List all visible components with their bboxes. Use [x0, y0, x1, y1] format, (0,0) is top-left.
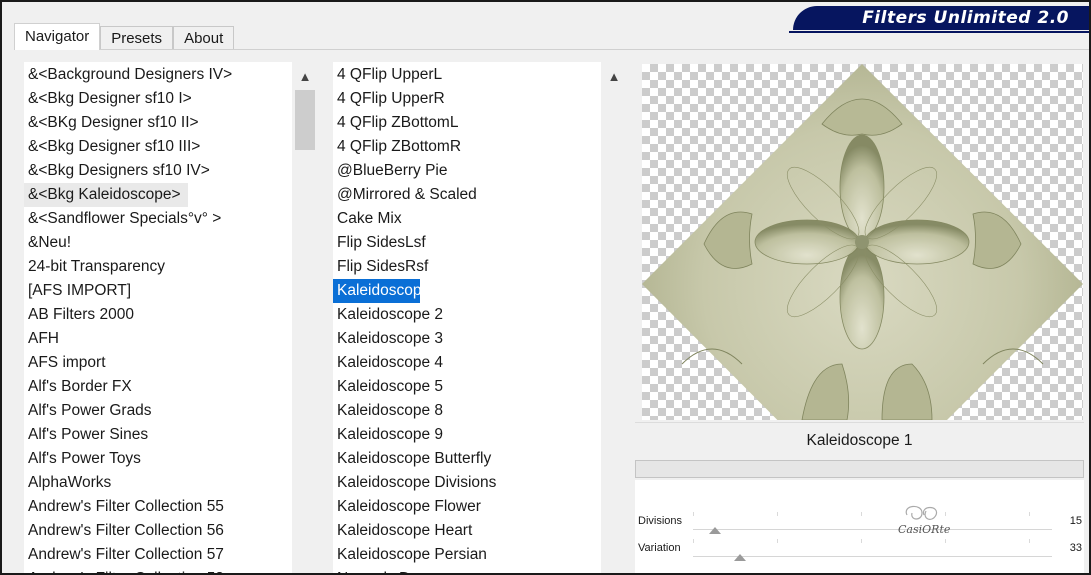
category-list-item[interactable]: &<Bkg Designer sf10 III>: [24, 135, 292, 159]
filter-list-item[interactable]: Kaleidoscope 2: [333, 303, 601, 327]
filter-list-item[interactable]: Flip SidesRsf: [333, 255, 601, 279]
category-list-item[interactable]: Alf's Power Sines: [24, 423, 292, 447]
param-value: 15: [1069, 515, 1082, 527]
category-list-item[interactable]: AFH: [24, 327, 292, 351]
filter-list-item[interactable]: @BlueBerry Pie: [333, 159, 601, 183]
filter-list-item[interactable]: 4 QFlip ZBottomL: [333, 111, 601, 135]
filter-info-bar: [635, 460, 1084, 478]
parameter-panel: Divisions 15 Variation 33: [635, 480, 1084, 573]
slider-thumb[interactable]: [708, 527, 721, 534]
tab-presets[interactable]: Presets: [100, 26, 174, 50]
param-divisions: Divisions 15: [635, 508, 1084, 534]
param-label: Variation: [638, 542, 681, 554]
category-list-item[interactable]: Alf's Power Toys: [24, 447, 292, 471]
tab-divider: [14, 49, 1089, 50]
param-label: Divisions: [638, 515, 683, 527]
watermark-logo: [905, 505, 938, 520]
category-list-item[interactable]: &Neu!: [24, 231, 292, 255]
category-list[interactable]: &<Background Designers IV> &<Bkg Designer…: [24, 62, 292, 573]
chevron-up-icon[interactable]: ▲: [601, 62, 627, 90]
filter-list-item[interactable]: Kaleidoscope 1: [333, 279, 443, 303]
filter-list-item[interactable]: Kaleidoscope 4: [333, 351, 601, 375]
category-list-item[interactable]: &<BKg Designer sf10 II>: [24, 111, 292, 135]
category-list-item[interactable]: AB Filters 2000: [24, 303, 292, 327]
category-list-item[interactable]: &<Bkg Designer sf10 I>: [24, 87, 292, 111]
filter-list-item[interactable]: Cake Mix: [333, 207, 601, 231]
filter-scrollbar[interactable]: ▲: [601, 62, 627, 573]
tab-about[interactable]: About: [173, 26, 235, 50]
category-list-item[interactable]: &<Sandflower Specials°v° >: [24, 207, 292, 231]
category-list-item[interactable]: Alf's Power Grads: [24, 399, 292, 423]
param-value: 33: [1069, 542, 1082, 554]
filter-list-item[interactable]: Kaleidoscope Divisions: [333, 471, 601, 495]
category-list-item[interactable]: Andrew's Filter Collection 57: [24, 543, 292, 567]
category-list-item[interactable]: &<Bkg Designers sf10 IV>: [24, 159, 292, 183]
filter-list-item[interactable]: Flip SidesLsf: [333, 231, 601, 255]
category-list-item[interactable]: Alf's Border FX: [24, 375, 292, 399]
watermark-text: CasiORte: [898, 523, 951, 536]
slider-track[interactable]: [693, 529, 1052, 530]
filter-list-item[interactable]: @Mirrored & Scaled: [333, 183, 601, 207]
filter-list-item[interactable]: Kaleidoscope 5: [333, 375, 601, 399]
filter-list-item[interactable]: Kaleidoscope 8: [333, 399, 601, 423]
category-list-item[interactable]: Andrew's Filter Collection 56: [24, 519, 292, 543]
category-list-item[interactable]: AFS import: [24, 351, 292, 375]
slider-thumb[interactable]: [733, 554, 746, 561]
category-list-item[interactable]: [AFS IMPORT]: [24, 279, 292, 303]
category-list-item[interactable]: Andrew's Filter Collection 58: [24, 567, 292, 573]
category-scroll-thumb[interactable]: [295, 90, 315, 150]
category-scrollbar[interactable]: ▲: [292, 62, 318, 573]
tab-navigator[interactable]: Navigator: [14, 23, 101, 50]
banner-underline: [789, 31, 1089, 33]
filter-list[interactable]: 4 QFlip UpperL 4 QFlip UpperR 4 QFlip ZBot…: [333, 62, 601, 573]
category-list-item[interactable]: Andrew's Filter Collection 55: [24, 495, 292, 519]
selected-filter-name: Kaleidoscope 1: [635, 422, 1084, 458]
param-variation: Variation 33: [635, 535, 1084, 561]
filter-list-item[interactable]: Kaleidoscope 3: [333, 327, 601, 351]
filter-list-item[interactable]: Nomads Dream: [333, 567, 601, 573]
filter-list-item[interactable]: Kaleidoscope Heart: [333, 519, 601, 543]
slider-ticks: [693, 539, 1052, 543]
filter-list-item[interactable]: Kaleidoscope Persian: [333, 543, 601, 567]
filter-preview: [642, 64, 1083, 420]
filter-list-item[interactable]: 4 QFlip UpperR: [333, 87, 601, 111]
category-list-item[interactable]: &<Background Designers IV>: [24, 63, 292, 87]
chevron-up-icon[interactable]: ▲: [292, 62, 318, 90]
category-list-item[interactable]: &<Bkg Kaleidoscope>: [24, 183, 188, 207]
slider-ticks: [693, 512, 1052, 516]
filter-list-item[interactable]: Kaleidoscope Flower: [333, 495, 601, 519]
tab-bar: Navigator Presets About: [14, 23, 235, 50]
filter-list-item[interactable]: 4 QFlip ZBottomR: [333, 135, 601, 159]
filters-unlimited-window: Filters Unlimited 2.0 Navigator Presets …: [0, 0, 1091, 575]
app-title-banner: Filters Unlimited 2.0: [793, 6, 1089, 30]
filter-list-item[interactable]: 4 QFlip UpperL: [333, 63, 601, 87]
filter-list-item[interactable]: Kaleidoscope 9: [333, 423, 601, 447]
category-list-item[interactable]: AlphaWorks: [24, 471, 292, 495]
kaleidoscope-preview-image: [642, 64, 1083, 420]
filter-list-item[interactable]: Kaleidoscope Butterfly: [333, 447, 601, 471]
category-list-item[interactable]: 24-bit Transparency: [24, 255, 292, 279]
slider-track[interactable]: [693, 556, 1052, 557]
